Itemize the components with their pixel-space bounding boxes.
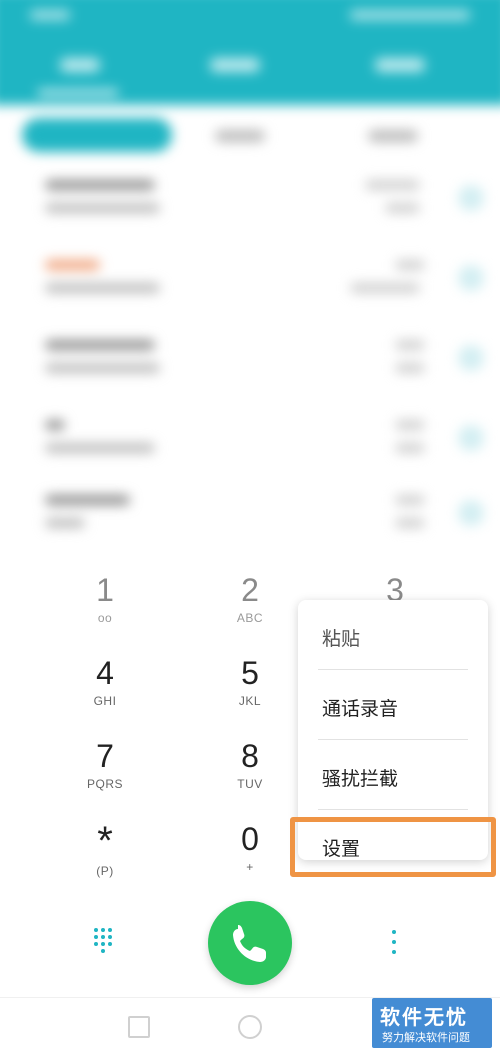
call-log-row[interactable] — [0, 255, 500, 325]
key-8-digit: 8 — [241, 738, 259, 774]
filter-unknown[interactable] — [368, 130, 418, 142]
menu-item-call-recording-label: 通话录音 — [322, 699, 399, 720]
key-5-letters: JKL — [238, 694, 262, 708]
menu-item-call-recording[interactable]: 通话录音 — [298, 670, 488, 740]
key-1-digit: 1 — [96, 572, 114, 608]
filter-missed[interactable] — [215, 130, 265, 142]
key-star-sub: (P) — [96, 864, 114, 878]
key-7[interactable]: 7 PQRS — [45, 736, 165, 792]
call-log-row[interactable] — [0, 415, 500, 485]
menu-item-harassment-block[interactable]: 骚扰拦截 — [298, 740, 488, 810]
key-4[interactable]: 4 GHI — [45, 653, 165, 709]
voicemail-icon: oo — [97, 611, 113, 625]
status-bar-icons — [350, 10, 470, 20]
call-button[interactable] — [208, 901, 292, 985]
filter-all-calls[interactable] — [22, 118, 172, 152]
key-2-letters: ABC — [236, 611, 264, 625]
key-1[interactable]: 1 oo — [45, 570, 165, 626]
menu-item-harassment-block-label: 骚扰拦截 — [322, 769, 399, 790]
settings-highlight-box — [290, 817, 496, 877]
key-7-digit: 7 — [96, 738, 114, 774]
key-8-letters: TUV — [237, 777, 263, 791]
key-5[interactable]: 5 JKL — [190, 653, 310, 709]
call-log-row[interactable] — [0, 490, 500, 560]
tab-contacts[interactable] — [210, 58, 260, 72]
home-icon[interactable] — [238, 1015, 262, 1039]
dialpad-icon[interactable] — [94, 928, 118, 958]
status-bar-time — [30, 10, 70, 20]
blurred-call-log — [0, 0, 500, 565]
menu-item-paste[interactable]: 粘贴 — [298, 600, 488, 670]
watermark: 软件无忧 努力解决软件问题 — [372, 998, 492, 1048]
recents-icon[interactable] — [128, 1016, 150, 1038]
watermark-subtitle: 努力解决软件问题 — [382, 1032, 470, 1044]
key-4-letters: GHI — [93, 694, 117, 708]
key-2[interactable]: 2 ABC — [190, 570, 310, 626]
key-2-digit: 2 — [241, 572, 259, 608]
tab-dial[interactable] — [60, 58, 100, 72]
watermark-title: 软件无忧 — [380, 1007, 468, 1029]
key-7-letters: PQRS — [86, 777, 123, 791]
call-log-row[interactable] — [0, 335, 500, 405]
phone-icon — [233, 925, 266, 962]
key-star[interactable]: * (P) — [45, 819, 165, 879]
key-4-digit: 4 — [96, 655, 114, 691]
key-8[interactable]: 8 TUV — [190, 736, 310, 792]
call-log-row[interactable] — [0, 175, 500, 245]
more-vertical-icon[interactable] — [389, 928, 399, 958]
menu-item-paste-label: 粘贴 — [322, 629, 361, 650]
key-5-digit: 5 — [241, 655, 259, 691]
key-star-symbol: * — [97, 819, 113, 863]
tab-favorites[interactable] — [375, 58, 425, 72]
app-header — [0, 0, 500, 105]
tab-indicator — [38, 90, 118, 95]
